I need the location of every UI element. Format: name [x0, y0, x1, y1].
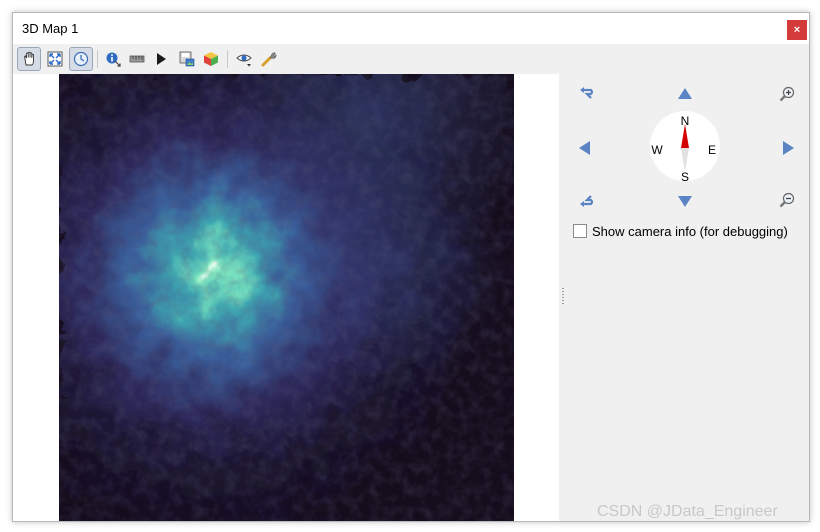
- close-button[interactable]: ×: [787, 20, 807, 40]
- panel-splitter[interactable]: [562, 288, 564, 304]
- move-left-icon: [579, 141, 590, 155]
- measure-line-icon: [129, 55, 145, 63]
- toolbar: [13, 44, 809, 74]
- compass-rose: N S E W: [650, 111, 720, 184]
- play-animation-icon: [157, 53, 166, 65]
- zoom-in-button[interactable]: [779, 86, 795, 102]
- move-left-button[interactable]: [577, 140, 593, 156]
- toolbar-separator: [97, 50, 98, 68]
- move-right-icon: [783, 141, 794, 155]
- measure-line-button[interactable]: [125, 47, 149, 71]
- rotate-left-button[interactable]: [579, 86, 595, 102]
- compass-east-label: E: [708, 143, 716, 157]
- save-image-icon: [179, 51, 195, 67]
- view-options-button[interactable]: [232, 47, 256, 71]
- zoom-out-icon: [779, 192, 795, 208]
- compass-north-label: N: [681, 114, 690, 128]
- pan-hand-icon: [24, 51, 35, 66]
- zoom-out-button[interactable]: [779, 192, 795, 208]
- configure-icon: [261, 52, 277, 67]
- configure-button[interactable]: [257, 47, 281, 71]
- zoom-full-icon: [47, 51, 63, 67]
- export-3d-scene-button[interactable]: [199, 47, 223, 71]
- export-3d-scene-icon: [204, 52, 218, 66]
- title-bar[interactable]: 3D Map 1 ×: [13, 13, 809, 44]
- map-3d-canvas[interactable]: [13, 74, 559, 521]
- identify-icon: [106, 52, 121, 67]
- move-down-button[interactable]: [677, 193, 693, 209]
- view-options-icon: [236, 54, 252, 67]
- compass[interactable]: N S E W: [649, 110, 721, 184]
- rotate-left-icon: [580, 87, 594, 99]
- camera-info-checkbox[interactable]: [573, 224, 587, 238]
- terrain-elevation-view: [59, 74, 514, 521]
- watermark: CSDN @JData_Engineer: [597, 503, 778, 520]
- map-3d-window: 3D Map 1 × N S E W Show camera info (for…: [12, 12, 810, 522]
- save-image-button[interactable]: [175, 47, 199, 71]
- toolbar-separator: [227, 50, 228, 68]
- camera-info-label: Show camera info (for debugging): [592, 224, 788, 239]
- pan-tool-button[interactable]: [17, 47, 41, 71]
- camera-orbit-button[interactable]: [69, 47, 93, 71]
- zoom-in-icon: [779, 86, 795, 102]
- compass-west-label: W: [651, 143, 663, 157]
- move-up-button[interactable]: [677, 86, 693, 102]
- rotate-right-button[interactable]: [579, 192, 595, 208]
- move-right-button[interactable]: [780, 140, 796, 156]
- rotate-right-icon: [580, 195, 594, 207]
- move-up-icon: [678, 88, 692, 99]
- window-title: 3D Map 1: [22, 21, 79, 36]
- compass-south-label: S: [681, 170, 689, 182]
- play-animation-button[interactable]: [149, 47, 173, 71]
- camera-orbit-icon: [73, 51, 89, 67]
- zoom-full-button[interactable]: [43, 47, 67, 71]
- move-down-icon: [678, 196, 692, 207]
- identify-button[interactable]: [101, 47, 125, 71]
